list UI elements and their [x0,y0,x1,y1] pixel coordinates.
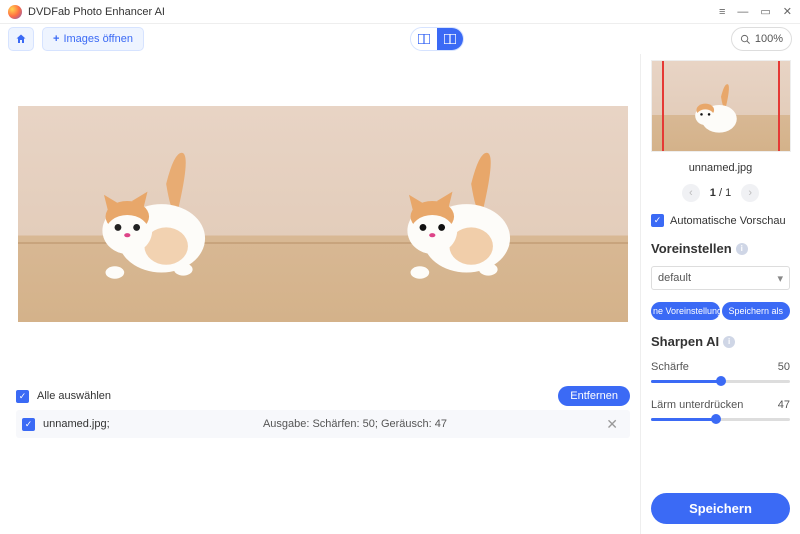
app-logo [8,5,22,19]
home-icon [15,33,27,45]
file-checkbox[interactable]: ✓ [22,418,35,431]
plus-icon: + [53,33,59,45]
page-total: 1 [725,187,731,199]
preset-selected-value: default [658,272,691,284]
save-my-preset-button[interactable]: ne Voreinstellung speich [651,302,720,320]
preview-area [6,54,640,374]
home-button[interactable] [8,27,34,51]
split-pane-icon [444,34,456,44]
single-pane-icon [418,34,430,44]
remove-button[interactable]: Entfernen [558,386,630,406]
save-label: Speichern [689,501,752,516]
page-separator: / [719,187,722,199]
cat-image-before [73,145,244,301]
presets-info-icon[interactable]: i [736,243,748,255]
sharpness-slider[interactable] [651,375,790,387]
save-as-button[interactable]: Speichern als [722,302,791,320]
page-current: 1 [710,187,716,199]
sharpness-label: Schärfe [651,361,689,373]
zoom-icon [740,34,751,45]
remove-file-icon[interactable]: ✕ [600,416,624,433]
noise-label: Lärm unterdrücken [651,399,743,411]
single-view-button[interactable] [411,28,437,50]
preset-select[interactable]: default ▾ [651,266,790,290]
presets-heading: Voreinstellen [651,241,732,256]
chevron-down-icon: ▾ [777,272,783,285]
prev-image-button[interactable]: ‹ [682,184,700,202]
next-image-button[interactable]: › [741,184,759,202]
output-info: Ausgabe: Schärfen: 50; Geräusch: 47 [118,418,593,430]
thumbnail-name: unnamed.jpg [651,162,790,174]
zoom-value: 100% [755,33,783,45]
open-images-label: Images öffnen [63,33,133,45]
zoom-control[interactable]: 100% [731,27,792,51]
preview-before[interactable] [18,106,323,322]
cat-image-after [378,145,549,301]
file-name: unnamed.jpg; [43,418,110,430]
app-title: DVDFab Photo Enhancer AI [28,6,719,18]
select-all-checkbox[interactable]: ✓ [16,390,29,403]
noise-value: 47 [778,399,790,411]
close-icon[interactable]: ✕ [783,5,792,18]
sharpen-info-icon[interactable]: i [723,336,735,348]
select-all-label: Alle auswählen [37,390,111,402]
window-menu-icon[interactable]: ≡ [719,6,725,18]
sharpness-value: 50 [778,361,790,373]
cat-thumbnail [682,81,754,144]
remove-label: Entfernen [570,390,618,402]
minimize-icon[interactable]: — [737,6,748,18]
split-view-button[interactable] [437,28,463,50]
view-mode-toggle[interactable] [410,27,464,51]
sharpen-heading: Sharpen AI [651,334,719,349]
auto-preview-label: Automatische Vorschau [670,215,786,227]
auto-preview-checkbox[interactable]: ✓ [651,214,664,227]
crop-guide-right [778,61,780,151]
maximize-icon[interactable]: ▭ [760,5,770,18]
preview-after[interactable] [323,106,628,322]
file-row[interactable]: ✓ unnamed.jpg; Ausgabe: Schärfen: 50; Ge… [16,410,630,438]
thumbnail[interactable] [651,60,791,152]
noise-slider[interactable] [651,413,790,425]
crop-guide-left [662,61,664,151]
open-images-button[interactable]: + Images öffnen [42,27,144,51]
save-button[interactable]: Speichern [651,493,790,524]
